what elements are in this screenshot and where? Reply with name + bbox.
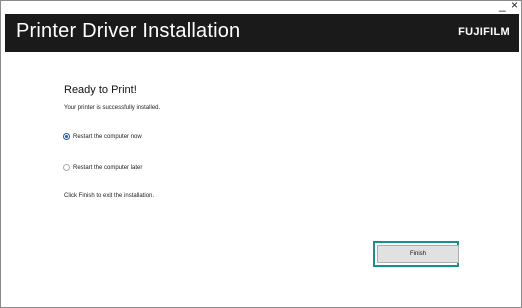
- installer-window: _ × Printer Driver Installation FUJIFILM…: [0, 0, 522, 308]
- header-banner: Printer Driver Installation FUJIFILM: [5, 14, 519, 52]
- heading: Ready to Print!: [64, 84, 137, 96]
- status-text: Your printer is successfully installed.: [64, 105, 161, 111]
- restart-later-option[interactable]: Restart the computer later: [63, 164, 142, 171]
- restart-now-option[interactable]: Restart the computer now: [63, 133, 142, 140]
- restart-now-label[interactable]: Restart the computer now: [73, 134, 142, 140]
- page-title: Printer Driver Installation: [16, 20, 241, 42]
- close-button[interactable]: ×: [511, 0, 518, 12]
- radio-unselected-icon[interactable]: [63, 164, 70, 171]
- finish-button[interactable]: Finish: [377, 245, 459, 263]
- title-bar: _ ×: [1, 0, 521, 13]
- radio-selected-icon[interactable]: [63, 133, 70, 140]
- restart-later-label[interactable]: Restart the computer later: [73, 165, 142, 171]
- finish-instruction: Click Finish to exit the installation.: [64, 193, 155, 199]
- minimize-button[interactable]: _: [499, 0, 506, 12]
- content-panel: Ready to Print! Your printer is successf…: [5, 52, 519, 304]
- brand-logo: FUJIFILM: [458, 26, 510, 38]
